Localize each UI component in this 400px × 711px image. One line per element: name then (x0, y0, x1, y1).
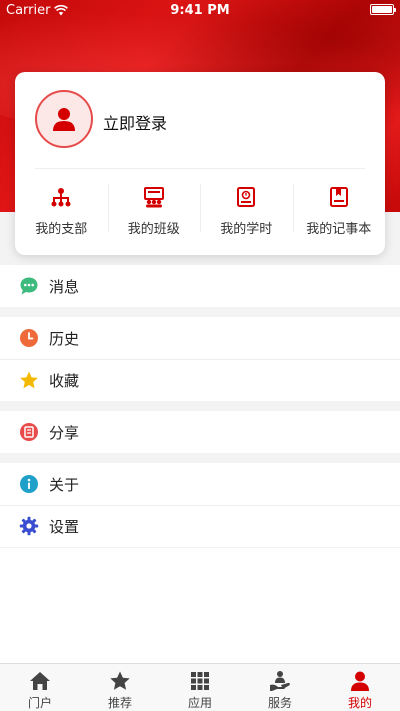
info-icon (19, 474, 39, 494)
party-emblem-icon (51, 188, 71, 207)
menu-item-label: 消息 (49, 277, 80, 296)
menu-item-label: 关于 (49, 475, 80, 494)
tab-mine[interactable]: 我的 (320, 664, 400, 711)
profile-card: 立即登录 我的支部 我的班级 我的学时 我的记事本 (15, 72, 385, 255)
tab-label: 推荐 (107, 696, 132, 710)
avatar[interactable] (35, 90, 93, 148)
tab-label: 应用 (187, 696, 212, 710)
tab-label: 我的 (347, 696, 372, 710)
menu-item-label: 收藏 (49, 371, 80, 390)
notebook-icon (329, 187, 348, 207)
clock-icon (19, 328, 39, 348)
home-icon (30, 672, 50, 690)
menu-item-favorites[interactable]: 收藏 (0, 359, 400, 401)
tab-recommend[interactable]: 推荐 (80, 664, 160, 711)
menu-group: 历史 收藏 (0, 317, 400, 401)
tab-portal[interactable]: 门户 (0, 664, 80, 711)
menu-list: 消息 历史 收藏 分享 关于 设置 (0, 265, 400, 557)
status-time: 9:41 PM (170, 3, 230, 18)
gear-icon (19, 516, 39, 536)
shortcut-label: 我的学时 (220, 222, 273, 237)
card-divider (35, 168, 365, 169)
menu-item-settings[interactable]: 设置 (0, 505, 400, 547)
person-icon (351, 671, 369, 691)
star-icon (110, 671, 130, 690)
menu-item-label: 历史 (49, 329, 80, 348)
person-icon (53, 108, 75, 131)
shortcut-label: 我的支部 (35, 222, 88, 237)
shortcut-label: 我的记事本 (306, 222, 372, 237)
class-icon (143, 187, 164, 208)
menu-group: 消息 (0, 265, 400, 307)
grid-icon (191, 672, 209, 690)
shortcut-bar: 我的支部 我的班级 我的学时 我的记事本 (15, 180, 385, 240)
shortcut-my-class[interactable]: 我的班级 (107, 180, 201, 240)
tab-services[interactable]: 服务 (240, 664, 320, 711)
menu-item-messages[interactable]: 消息 (0, 265, 400, 307)
menu-item-about[interactable]: 关于 (0, 463, 400, 505)
menu-item-label: 设置 (49, 517, 80, 536)
menu-group: 分享 (0, 411, 400, 453)
shortcut-my-branch[interactable]: 我的支部 (15, 180, 108, 240)
content-background (0, 548, 400, 663)
shortcut-my-study-hours[interactable]: 我的学时 (200, 180, 293, 240)
shortcut-label: 我的班级 (127, 222, 180, 237)
tab-apps[interactable]: 应用 (160, 664, 240, 711)
star-icon (19, 370, 39, 390)
tab-label: 门户 (27, 696, 52, 710)
menu-item-label: 分享 (49, 423, 80, 442)
chat-bubble-icon (19, 276, 39, 296)
share-icon (19, 422, 39, 442)
tab-label: 服务 (267, 696, 292, 710)
bottom-tab-bar: 门户 推荐 应用 服务 我的 (0, 663, 400, 711)
status-bar: Carrier 9:41 PM (0, 0, 400, 20)
menu-item-history[interactable]: 历史 (0, 317, 400, 359)
menu-item-share[interactable]: 分享 (0, 411, 400, 453)
study-hours-icon (237, 187, 256, 207)
shortcut-my-notebook[interactable]: 我的记事本 (292, 180, 386, 240)
menu-group: 关于 设置 (0, 463, 400, 547)
login-link[interactable]: 立即登录 (103, 110, 167, 134)
battery-icon (370, 4, 396, 15)
service-icon (270, 671, 290, 691)
